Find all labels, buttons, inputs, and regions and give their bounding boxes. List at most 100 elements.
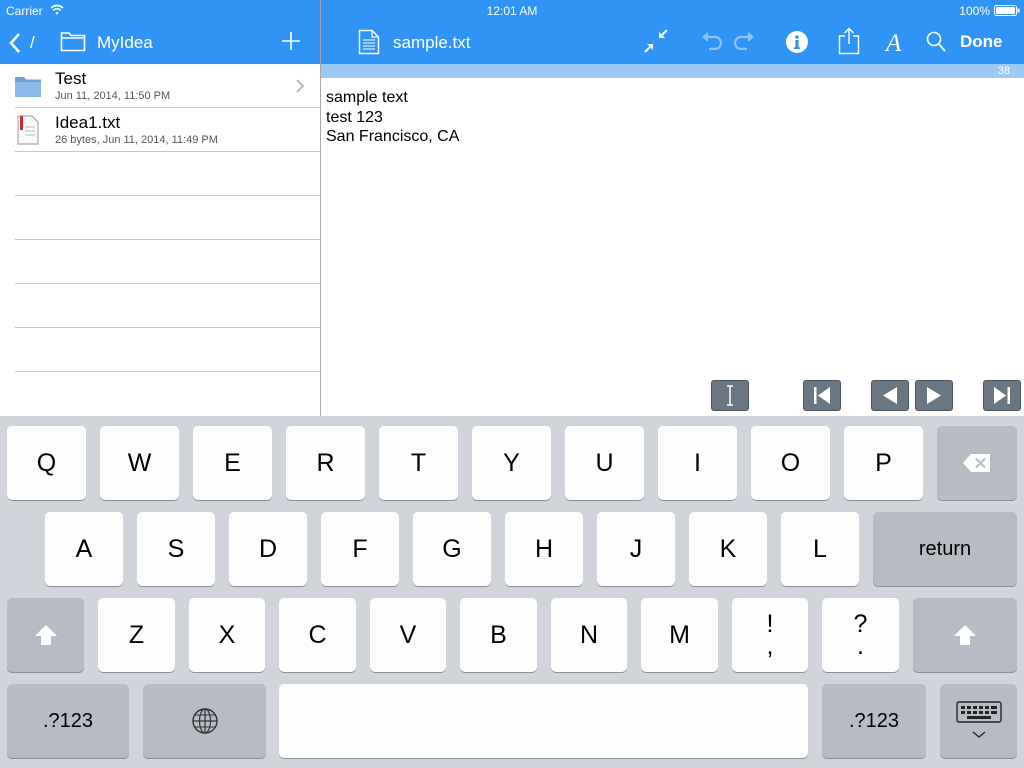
font-icon[interactable]: A: [884, 29, 906, 55]
key-n[interactable]: N: [551, 598, 627, 672]
key-x[interactable]: X: [189, 598, 265, 672]
backspace-key[interactable]: [937, 426, 1017, 500]
key-p[interactable]: P: [844, 426, 923, 500]
cursor-icon: [727, 385, 733, 406]
search-icon[interactable]: [926, 31, 946, 53]
next-button[interactable]: [915, 380, 953, 411]
row-divider: [15, 195, 320, 196]
key-d[interactable]: D: [229, 512, 307, 586]
keyboard-dismiss-icon: [955, 701, 1002, 738]
chevron-right-icon: [296, 79, 305, 93]
key-j[interactable]: J: [597, 512, 675, 586]
key-y[interactable]: Y: [472, 426, 551, 500]
folder-icon: [60, 32, 86, 52]
list-item-file-idea1[interactable]: Idea1.txt 26 bytes, Jun 11, 2014, 11:49 …: [0, 108, 320, 152]
key-m[interactable]: M: [641, 598, 718, 672]
file-list: Test Jun 11, 2014, 11:50 PM Idea1.txt 26…: [0, 64, 320, 416]
redo-icon[interactable]: [733, 32, 755, 50]
share-icon[interactable]: [838, 27, 860, 55]
last-page-button[interactable]: [983, 380, 1021, 411]
status-bar: Carrier 12:01 AM 100%: [0, 0, 1024, 20]
return-key[interactable]: return: [873, 512, 1017, 586]
top-bar: Carrier 12:01 AM 100% / MyIdea sample.tx…: [0, 0, 1024, 64]
file-meta: Jun 11, 2014, 11:50 PM: [55, 90, 171, 102]
backspace-icon: [963, 454, 990, 472]
numbers-key-left[interactable]: .?123: [7, 684, 129, 758]
key-t[interactable]: T: [379, 426, 458, 500]
cursor-button[interactable]: [711, 380, 749, 411]
collapse-icon[interactable]: [643, 29, 669, 53]
status-time: 12:01 AM: [486, 4, 538, 18]
battery-percent: 100%: [959, 4, 990, 18]
text-editor[interactable]: 38 sample text test 123 San Francisco, C…: [321, 64, 1024, 416]
folder-title: MyIdea: [97, 33, 153, 52]
back-button[interactable]: /: [8, 30, 42, 56]
back-path-label: /: [30, 33, 35, 52]
text-file-icon: [17, 115, 39, 145]
dismiss-keyboard-key[interactable]: [940, 684, 1017, 758]
battery-icon: [994, 5, 1020, 16]
key-z[interactable]: Z: [98, 598, 175, 672]
key-c[interactable]: C: [279, 598, 356, 672]
key-question-period[interactable]: ? .: [822, 598, 899, 672]
row-divider: [15, 371, 320, 372]
shift-left-key[interactable]: [7, 598, 84, 672]
key-a[interactable]: A: [45, 512, 123, 586]
previous-button[interactable]: [871, 380, 909, 411]
first-page-icon: [814, 387, 830, 404]
previous-icon: [883, 387, 897, 404]
key-w[interactable]: W: [100, 426, 179, 500]
editor-content[interactable]: sample text test 123 San Francisco, CA: [326, 88, 459, 147]
globe-key[interactable]: [143, 684, 266, 758]
list-item-folder-test[interactable]: Test Jun 11, 2014, 11:50 PM: [0, 64, 320, 108]
key-b[interactable]: B: [460, 598, 537, 672]
add-icon[interactable]: [281, 31, 301, 51]
svg-text:A: A: [884, 30, 902, 55]
key-o[interactable]: O: [751, 426, 830, 500]
character-count: 38: [997, 65, 1010, 77]
next-icon: [927, 387, 941, 404]
keyboard: Q W E R T Y U I O P A S D F G H J K L re…: [0, 416, 1024, 768]
editor-ruler: 38: [321, 64, 1024, 78]
key-v[interactable]: V: [370, 598, 446, 672]
back-chevron-icon: [9, 33, 20, 53]
numbers-key-right[interactable]: .?123: [822, 684, 926, 758]
key-k[interactable]: K: [689, 512, 767, 586]
key-s[interactable]: S: [137, 512, 215, 586]
file-name: Test: [55, 69, 87, 88]
row-divider: [15, 151, 320, 152]
editor-line: San Francisco, CA: [326, 128, 460, 145]
folder-icon: [15, 77, 41, 97]
row-divider: [15, 239, 320, 240]
first-page-button[interactable]: [803, 380, 841, 411]
key-q[interactable]: Q: [7, 426, 86, 500]
key-h[interactable]: H: [505, 512, 583, 586]
undo-icon[interactable]: [701, 32, 723, 50]
done-button[interactable]: Done: [960, 32, 1003, 52]
last-page-icon: [994, 387, 1010, 404]
document-icon: [358, 29, 380, 55]
document-title: sample.txt: [393, 33, 471, 52]
row-divider: [15, 283, 320, 284]
key-r[interactable]: R: [286, 426, 365, 500]
key-i[interactable]: I: [658, 426, 737, 500]
shift-right-key[interactable]: [913, 598, 1017, 672]
key-bottom-char: .: [857, 632, 864, 660]
globe-icon: [191, 708, 218, 734]
key-f[interactable]: F: [321, 512, 399, 586]
shift-icon: [34, 625, 57, 645]
key-u[interactable]: U: [565, 426, 644, 500]
key-l[interactable]: L: [781, 512, 859, 586]
key-bottom-char: ,: [766, 632, 774, 660]
key-e[interactable]: E: [193, 426, 272, 500]
shift-icon: [954, 625, 976, 645]
info-icon[interactable]: [786, 31, 808, 53]
file-name: Idea1.txt: [55, 113, 121, 132]
key-g[interactable]: G: [413, 512, 491, 586]
editor-line: test 123: [326, 108, 383, 126]
space-key[interactable]: [279, 684, 808, 758]
editor-line: sample text: [326, 89, 408, 106]
file-meta: 26 bytes, Jun 11, 2014, 11:49 PM: [55, 134, 218, 146]
key-exclaim-comma[interactable]: ! ,: [732, 598, 808, 672]
row-divider: [15, 327, 320, 328]
